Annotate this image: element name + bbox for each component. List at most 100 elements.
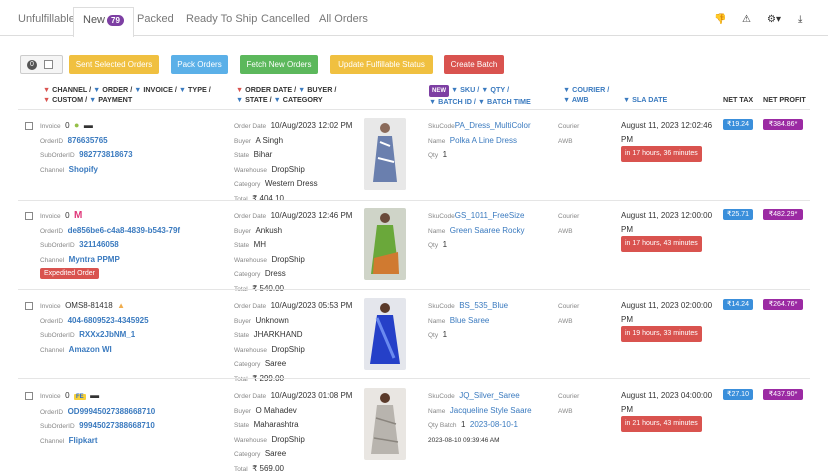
header-order-date[interactable]: ORDER DATE /: [245, 85, 296, 94]
header-sku[interactable]: SKU /: [460, 85, 479, 94]
tab-new-label: New: [83, 14, 106, 26]
warehouse-label: Warehouse: [234, 436, 267, 444]
header-batch-time[interactable]: BATCH TIME: [487, 97, 531, 106]
net-profit-badge[interactable]: ₹437.90*: [763, 389, 803, 400]
order-date-value: 10/Aug/2023 05:53 PM: [270, 301, 353, 310]
filter-icon[interactable]: ▼: [478, 97, 485, 106]
suborder-id-link[interactable]: 99945027388668710: [79, 421, 155, 430]
header-courier[interactable]: COURIER /: [572, 85, 609, 94]
batch-link[interactable]: 2023-08-10-1: [470, 420, 518, 429]
order-id-link[interactable]: OD99945027388668710: [68, 407, 156, 416]
header-order[interactable]: ORDER /: [102, 85, 132, 94]
channel-link[interactable]: Shopify: [69, 165, 98, 174]
suborder-id-link[interactable]: 982773818673: [79, 150, 132, 159]
sku-link[interactable]: JQ_Silver_Saree: [459, 391, 519, 400]
tab-cancelled[interactable]: Cancelled: [261, 13, 310, 25]
row-checkbox[interactable]: [25, 302, 33, 310]
order-id-link[interactable]: de856be6-c4a8-4839-b543-79f: [68, 226, 181, 235]
filter-icon[interactable]: ▼: [236, 85, 243, 94]
product-name-link[interactable]: Blue Saree: [450, 316, 490, 325]
qty-value: 1: [442, 240, 448, 249]
filter-icon[interactable]: ▼: [179, 85, 186, 94]
awb-label: AWB: [558, 137, 573, 145]
header-invoice[interactable]: INVOICE /: [143, 85, 177, 94]
header-type[interactable]: TYPE /: [188, 85, 211, 94]
product-image[interactable]: [364, 298, 406, 370]
header-category[interactable]: CATEGORY: [283, 95, 323, 104]
filter-icon[interactable]: ▼: [93, 85, 100, 94]
filter-icon[interactable]: ▼: [451, 85, 458, 94]
filter-icon[interactable]: ▼: [236, 95, 243, 104]
filter-icon[interactable]: ▼: [134, 85, 141, 94]
row-checkbox[interactable]: [25, 392, 33, 400]
filter-icon[interactable]: ▼: [298, 85, 305, 94]
tab-new[interactable]: New 79: [73, 7, 134, 37]
filter-icon[interactable]: ▼: [563, 85, 570, 94]
category-value: Western Dress: [264, 179, 318, 188]
sku-link[interactable]: PA_Dress_MultiColor: [455, 121, 531, 130]
tab-ready-to-ship[interactable]: Ready To Ship: [186, 13, 257, 25]
tab-all-orders[interactable]: All Orders: [319, 13, 368, 25]
header-net-profit: NET PROFIT: [763, 95, 806, 104]
update-fulfillable-status-button[interactable]: Update Fulfillable Status: [330, 55, 433, 74]
filter-icon[interactable]: ▼: [274, 95, 281, 104]
fetch-new-orders-button[interactable]: Fetch New Orders: [240, 55, 318, 74]
qty-value: 1: [442, 150, 448, 159]
header-channel[interactable]: CHANNEL /: [52, 85, 91, 94]
sku-link[interactable]: GS_1011_FreeSize: [455, 211, 525, 220]
order-details-cell: Order Date 10/Aug/2023 12:46 PM Buyer An…: [234, 208, 352, 295]
sent-selected-orders-button[interactable]: Sent Selected Orders: [69, 55, 159, 74]
create-batch-button[interactable]: Create Batch: [444, 55, 504, 74]
suborder-id-link[interactable]: 321146058: [79, 240, 119, 249]
name-label: Name: [428, 227, 446, 235]
net-profit-badge[interactable]: ₹264.76*: [763, 299, 803, 310]
header-payment[interactable]: PAYMENT: [98, 95, 132, 104]
order-id-link[interactable]: 876635765: [68, 136, 108, 145]
tab-packed[interactable]: Packed: [137, 13, 174, 25]
buyer-label: Buyer: [234, 407, 251, 415]
new-count-badge: 79: [107, 15, 124, 26]
channel-link[interactable]: Amazon WI: [69, 345, 112, 354]
net-profit-badge[interactable]: ₹384.86*: [763, 119, 803, 130]
warehouse-value: DropShip: [271, 164, 305, 174]
total-label: Total: [234, 375, 248, 383]
channel-link[interactable]: Flipkart: [69, 436, 98, 445]
product-name-link[interactable]: Jacqueline Style Saare: [450, 406, 532, 415]
settings-dropdown-icon[interactable]: ⚙▾: [767, 14, 781, 25]
filter-icon[interactable]: ▼: [481, 85, 488, 94]
product-image[interactable]: [364, 208, 406, 280]
pack-orders-button[interactable]: Pack Orders: [171, 55, 228, 74]
header-buyer[interactable]: BUYER /: [307, 85, 336, 94]
suborder-id-link[interactable]: RXXx2JbNM_1: [79, 330, 135, 339]
product-name-link[interactable]: Polka A Line Dress: [450, 136, 517, 145]
product-name-link[interactable]: Green Saaree Rocky: [450, 226, 525, 235]
select-all-checkbox[interactable]: [44, 60, 53, 69]
header-batch-id[interactable]: BATCH ID /: [438, 97, 476, 106]
filter-icon[interactable]: ▼: [563, 95, 570, 104]
thumbs-down-icon[interactable]: 👎: [714, 14, 726, 25]
warning-icon[interactable]: ⚠: [742, 14, 751, 25]
row-checkbox[interactable]: [25, 212, 33, 220]
filter-icon[interactable]: ▼: [43, 85, 50, 94]
awb-label: AWB: [558, 407, 573, 415]
filter-icon[interactable]: ▼: [623, 95, 630, 104]
net-profit-badge[interactable]: ₹482.29*: [763, 209, 803, 220]
select-all-control[interactable]: 0: [20, 55, 63, 74]
order-id-link[interactable]: 404-6809523-4345925: [68, 316, 149, 325]
header-state[interactable]: STATE /: [245, 95, 272, 104]
product-image[interactable]: [364, 118, 406, 190]
header-qty[interactable]: QTY /: [490, 85, 509, 94]
row-checkbox[interactable]: [25, 122, 33, 130]
filter-icon[interactable]: ▼: [43, 95, 50, 104]
product-image[interactable]: [364, 388, 406, 460]
download-icon[interactable]: ⤓: [798, 14, 802, 25]
order-date-value: 10/Aug/2023 12:02 PM: [270, 121, 353, 130]
sku-link[interactable]: BS_535_Blue: [459, 301, 508, 310]
filter-icon[interactable]: ▼: [429, 97, 436, 106]
header-custom[interactable]: CUSTOM /: [52, 95, 87, 104]
header-sla-date[interactable]: SLA DATE: [632, 95, 667, 104]
channel-link[interactable]: Myntra PPMP: [69, 255, 120, 264]
filter-icon[interactable]: ▼: [89, 95, 96, 104]
header-awb[interactable]: AWB: [572, 95, 589, 104]
tab-unfulfillable[interactable]: Unfulfillable: [18, 13, 75, 25]
